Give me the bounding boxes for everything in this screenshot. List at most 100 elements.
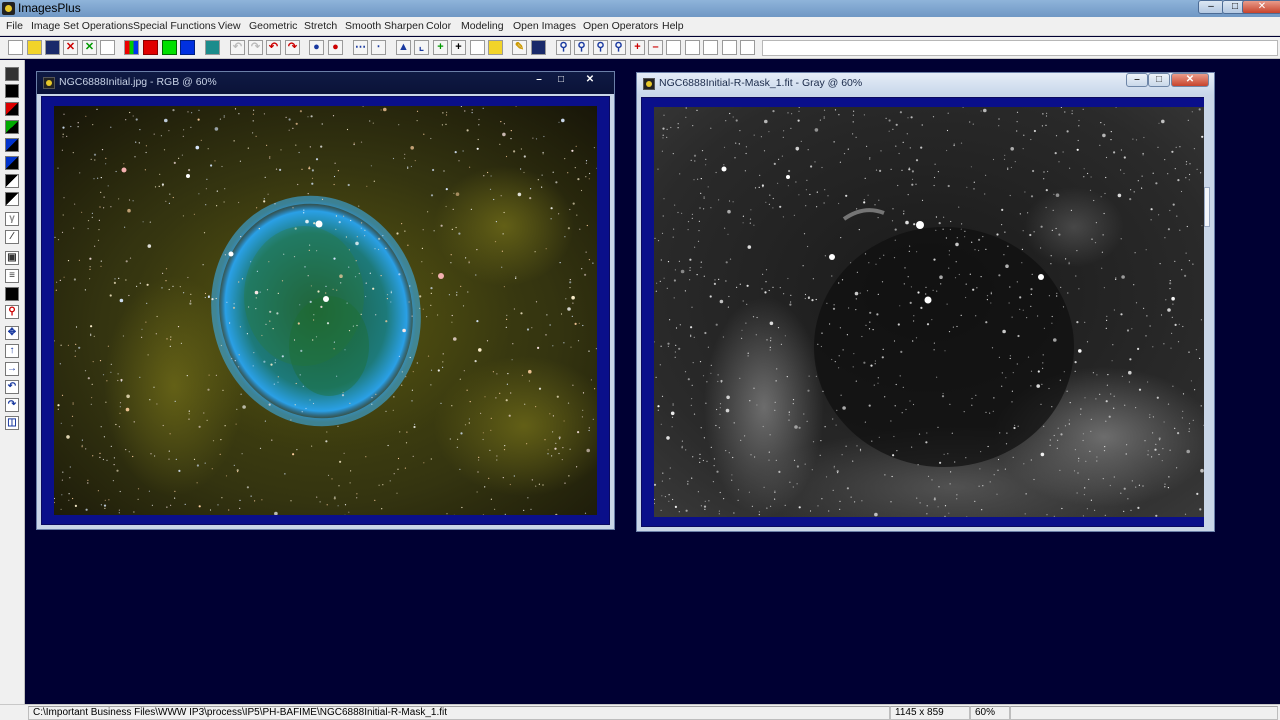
window-minimize-button[interactable]: – (1126, 73, 1148, 87)
pencil-line-icon[interactable]: ∕ (5, 230, 19, 244)
app-icon (2, 2, 15, 15)
histogram-icon[interactable]: ⌞ (414, 40, 429, 55)
rotate-right-icon[interactable]: ↷ (5, 398, 19, 412)
new-file-icon[interactable] (8, 40, 23, 55)
zoom-actual-icon[interactable]: ⚲ (611, 40, 626, 55)
window-icon (43, 77, 55, 89)
star-mask-icon[interactable]: ● (309, 40, 324, 55)
star-profile-icon[interactable]: ⋅ (371, 40, 386, 55)
toolbar-field[interactable] (762, 40, 1278, 56)
vertical-scrollbar[interactable] (1204, 97, 1210, 527)
square2-icon[interactable] (685, 40, 700, 55)
red-black-icon[interactable] (5, 102, 19, 116)
pencil-icon[interactable]: ✎ (512, 40, 527, 55)
mdi-workspace: NGC6888Initial.jpg - RGB @ 60% – □ ✕ NGC… (26, 60, 1280, 704)
subtract-icon[interactable]: – (648, 40, 663, 55)
square5-icon[interactable] (740, 40, 755, 55)
image-frame (41, 96, 610, 525)
paint-icon[interactable] (488, 40, 503, 55)
rotate-left-icon[interactable]: ↶ (5, 380, 19, 394)
star-mask-red-icon[interactable]: ● (328, 40, 343, 55)
close-button[interactable]: ✕ (1242, 0, 1280, 14)
menu-geometric[interactable]: Geometric (249, 20, 297, 32)
menu-help[interactable]: Help (662, 20, 684, 32)
menu-bar: File Image Set Operations Special Functi… (0, 17, 1280, 36)
menu-image-set-operations[interactable]: Image Set Operations (31, 20, 133, 32)
close-red-x-icon[interactable]: ✕ (63, 40, 78, 55)
menu-special-functions[interactable]: Special Functions (133, 20, 216, 32)
main-toolbar: ✕ ✕ ↶ ↷ ↶ ↷ ● ● ⋯ ⋅ ▲ ⌞ + + ✎ ⚲ ⚲ ⚲ ⚲ + … (0, 37, 1280, 59)
add-icon[interactable]: + (630, 40, 645, 55)
menu-modeling[interactable]: Modeling (461, 20, 504, 32)
square4-icon[interactable] (722, 40, 737, 55)
close-green-x-icon[interactable]: ✕ (82, 40, 97, 55)
black-bar-icon[interactable] (5, 287, 19, 301)
calculator-icon[interactable] (470, 40, 485, 55)
blue-channel-icon[interactable] (180, 40, 195, 55)
window-minimize-button[interactable]: – (528, 72, 550, 88)
save-icon[interactable] (45, 40, 60, 55)
red-channel-icon[interactable] (143, 40, 158, 55)
app-title-bar[interactable]: ImagesPlus – □ ✕ (0, 0, 1280, 17)
image-window-gray[interactable]: NGC6888Initial-R-Mask_1.fit - Gray @ 60%… (636, 72, 1215, 532)
black-square-icon[interactable] (5, 84, 19, 98)
magnify-red-icon[interactable]: ⚲ (5, 305, 19, 319)
zoom-in-icon[interactable]: ⚲ (556, 40, 571, 55)
window-icon (643, 78, 655, 90)
redo-red-icon[interactable]: ↷ (285, 40, 300, 55)
list-icon[interactable]: ≡ (5, 269, 19, 283)
window-maximize-button[interactable]: □ (1148, 73, 1170, 87)
redo-icon[interactable]: ↷ (248, 40, 263, 55)
arrow-up-icon[interactable]: ↑ (5, 344, 19, 358)
gamma-icon[interactable]: γ (5, 212, 19, 226)
window-maximize-button[interactable]: □ (550, 72, 572, 88)
nebula-color-image[interactable] (54, 106, 597, 515)
scrollbar-thumb[interactable] (1204, 187, 1210, 227)
square3-icon[interactable] (703, 40, 718, 55)
mask-gray-svg (654, 107, 1204, 517)
copy-icon[interactable] (100, 40, 115, 55)
crosshair-plus-icon[interactable]: + (433, 40, 448, 55)
menu-stretch[interactable]: Stretch (304, 20, 337, 32)
image-window-gray-title: NGC6888Initial-R-Mask_1.fit - Gray @ 60% (659, 77, 863, 89)
frame-icon[interactable]: ◫ (5, 416, 19, 430)
menu-file[interactable]: File (6, 20, 23, 32)
save-small-icon[interactable] (5, 67, 19, 81)
app-title: ImagesPlus (18, 1, 81, 15)
square-icon[interactable] (666, 40, 681, 55)
image-window-rgb[interactable]: NGC6888Initial.jpg - RGB @ 60% – □ ✕ (36, 71, 615, 530)
image-window-rgb-caption[interactable]: NGC6888Initial.jpg - RGB @ 60% – □ ✕ (37, 72, 614, 94)
zoom-fit-icon[interactable]: ⚲ (593, 40, 608, 55)
crosshair-icon[interactable]: + (451, 40, 466, 55)
blue-black-icon[interactable] (5, 138, 19, 152)
green-channel-icon[interactable] (162, 40, 177, 55)
window-close-button[interactable]: ✕ (1171, 73, 1209, 87)
status-bar: C:\Important Business Files\WWW IP3\proc… (0, 704, 1280, 720)
move-icon[interactable]: ✥ (5, 326, 19, 340)
menu-open-operators[interactable]: Open Operators (583, 20, 658, 32)
menu-color[interactable]: Color (426, 20, 451, 32)
image-window-gray-caption[interactable]: NGC6888Initial-R-Mask_1.fit - Gray @ 60%… (637, 73, 1214, 95)
menu-smooth-sharpen[interactable]: Smooth Sharpen (345, 20, 424, 32)
grid-icon[interactable] (205, 40, 220, 55)
black-white-icon[interactable] (5, 174, 19, 188)
zoom-out-icon[interactable]: ⚲ (574, 40, 589, 55)
menu-view[interactable]: View (218, 20, 241, 32)
open-folder-icon[interactable] (27, 40, 42, 55)
mask-gray-image[interactable] (654, 107, 1204, 517)
blue-black2-icon[interactable] (5, 156, 19, 170)
status-file-path: C:\Important Business Files\WWW IP3\proc… (28, 706, 890, 720)
minimize-button[interactable]: – (1198, 0, 1224, 14)
window-close-button[interactable]: ✕ (579, 72, 601, 88)
menu-open-images[interactable]: Open Images (513, 20, 576, 32)
line-profile-icon[interactable]: ⋯ (353, 40, 368, 55)
undo-red-icon[interactable]: ↶ (266, 40, 281, 55)
black-white2-icon[interactable] (5, 192, 19, 206)
green-black-icon[interactable] (5, 120, 19, 134)
rgb-channels-icon[interactable] (124, 40, 139, 55)
levels-icon[interactable]: ▲ (396, 40, 411, 55)
target-icon[interactable]: ▣ (5, 251, 19, 265)
grid-table-icon[interactable] (531, 40, 546, 55)
arrow-right-icon[interactable]: → (5, 362, 19, 376)
undo-icon[interactable]: ↶ (230, 40, 245, 55)
